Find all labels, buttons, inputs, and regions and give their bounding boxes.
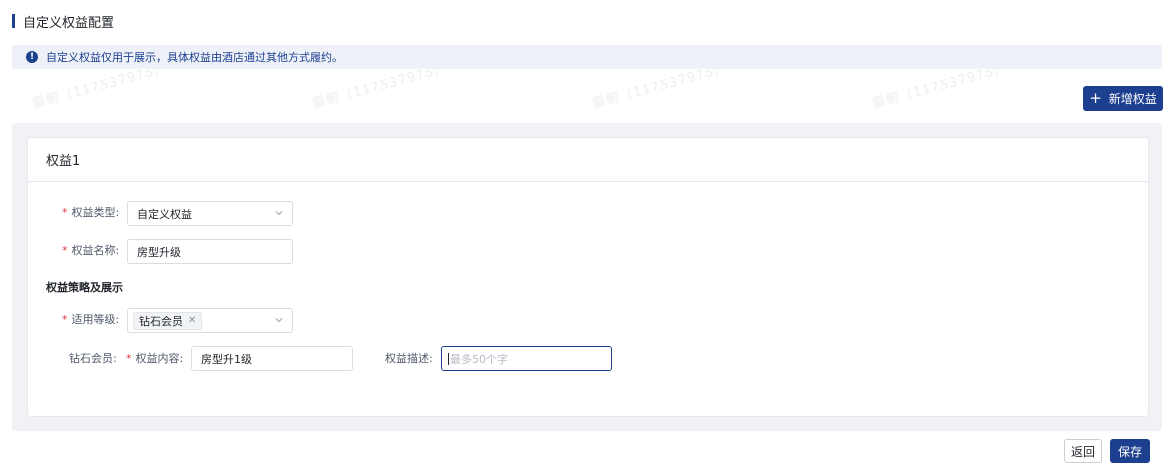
benefit-name-label: * 权益名称: [62,244,120,257]
tier-label: 钻石会员: [69,352,117,365]
info-notice: ! 自定义权益仅用于展示，具体权益由酒店通过其他方式履约。 [12,45,1162,69]
benefit-content-value: 房型升1级 [201,352,252,366]
info-icon: ! [26,51,38,63]
page-title: 自定义权益配置 [12,12,115,31]
benefit-content-input[interactable]: 房型升1级 [191,346,353,371]
required-mark: * [126,352,132,365]
benefit-type-value: 自定义权益 [137,207,192,221]
required-mark: * [62,244,68,257]
required-mark: * [62,313,68,326]
chevron-down-icon [275,211,283,216]
back-button[interactable]: 返回 [1064,439,1102,463]
strategy-section-title: 权益策略及展示 [46,281,123,294]
benefit-card-title: 权益1 [28,138,1148,182]
benefit-desc-input[interactable]: 最多50个字 [441,346,612,371]
level-tag: 钻石会员 ✕ [133,311,203,330]
save-button[interactable]: 保存 [1110,439,1150,463]
benefit-name-value: 房型升级 [137,245,181,259]
add-benefit-button[interactable]: + 新增权益 [1083,86,1163,111]
level-tag-label: 钻石会员 [139,314,183,328]
benefit-card: 权益1 [27,137,1149,417]
benefit-name-input[interactable]: 房型升级 [127,239,293,264]
chevron-down-icon [275,318,283,323]
benefit-desc-placeholder: 最多50个字 [450,352,508,366]
applicable-level-select[interactable]: 钻石会员 ✕ [127,308,293,333]
benefit-type-select[interactable]: 自定义权益 [127,201,293,226]
benefit-type-label: * 权益类型: [62,206,120,219]
benefit-content-label: * 权益内容: [126,352,184,365]
remove-tag-icon[interactable]: ✕ [188,315,196,326]
page-title-text: 自定义权益配置 [23,15,115,31]
notice-text: 自定义权益仅用于展示，具体权益由酒店通过其他方式履约。 [46,51,343,64]
title-accent-bar [12,14,15,28]
benefit-desc-label: 权益描述: [385,352,433,365]
applicable-level-label: * 适用等级: [62,313,120,326]
text-caret [448,352,449,365]
plus-icon: + [1089,89,1102,107]
add-benefit-label: 新增权益 [1108,92,1157,106]
required-mark: * [62,206,68,219]
